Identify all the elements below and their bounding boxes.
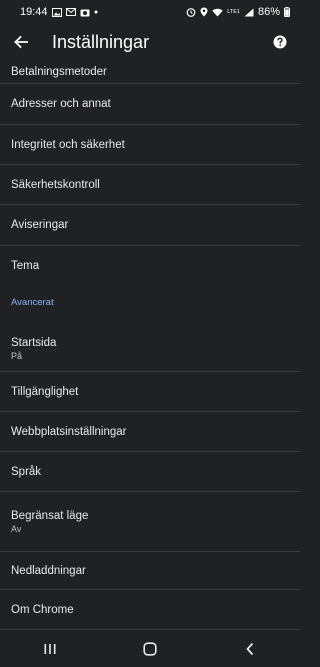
- setting-item-languages[interactable]: Språk: [0, 452, 300, 492]
- setting-item-payment-methods[interactable]: Betalningsmetoder: [0, 60, 300, 84]
- setting-item-label: Adresser och annat: [11, 98, 111, 110]
- setting-item-theme[interactable]: Tema: [0, 246, 300, 286]
- setting-item-accessibility[interactable]: Tillgänglighet: [0, 372, 300, 412]
- setting-item-value: På: [11, 350, 23, 361]
- page-title: Inställningar: [52, 32, 150, 52]
- setting-item-label: Integritet och säkerhet: [11, 138, 125, 151]
- gallery-notification-icon: [51, 7, 62, 17]
- recents-icon: [44, 644, 56, 654]
- setting-item-safety-check[interactable]: Säkerhetskontroll: [0, 165, 300, 205]
- setting-item-site-settings[interactable]: Webbplatsinställningar: [0, 412, 300, 452]
- settings-list: Betalningsmetoder Adresser och annat Int…: [0, 60, 300, 631]
- setting-item-label: Begränsat läge: [11, 509, 89, 522]
- setting-item-label: Tema: [11, 260, 40, 272]
- setting-item-label: Tillgänglighet: [11, 385, 79, 398]
- system-navigation-bar: [0, 631, 300, 667]
- setting-item-label: Nedladdningar: [11, 564, 86, 577]
- setting-item-restricted-mode[interactable]: Begränsat läge Av: [0, 492, 300, 552]
- setting-item-label: Webbplatsinställningar: [11, 425, 127, 438]
- photo-notification-icon: [80, 8, 90, 17]
- location-icon: [200, 7, 208, 17]
- setting-item-notifications[interactable]: Aviseringar: [0, 205, 300, 246]
- status-bar: 19:44 LTE1 86%: [0, 0, 300, 24]
- mail-notification-icon: [65, 8, 76, 16]
- more-notifications-dot-icon: [94, 10, 98, 14]
- arrow-back-icon: [14, 35, 28, 49]
- back-button[interactable]: [9, 30, 33, 54]
- setting-item-about-chrome[interactable]: Om Chrome: [0, 590, 300, 630]
- setting-item-label: Startsida: [11, 336, 57, 349]
- setting-item-privacy-security[interactable]: Integritet och säkerhet: [0, 125, 300, 165]
- setting-item-homepage[interactable]: Startsida På: [0, 326, 300, 372]
- nav-back-button[interactable]: [230, 631, 270, 667]
- alarm-icon: [186, 7, 196, 17]
- recents-button[interactable]: [30, 631, 70, 667]
- battery-icon: [284, 7, 290, 17]
- home-icon: [143, 642, 157, 656]
- battery-percent: 86%: [257, 6, 280, 18]
- signal-icon: [244, 8, 254, 17]
- app-bar: Inställningar: [0, 24, 300, 60]
- setting-item-label: Aviseringar: [11, 219, 69, 231]
- setting-item-downloads[interactable]: Nedladdningar: [0, 552, 300, 590]
- network-type-label: LTE1: [227, 9, 240, 15]
- status-time: 19:44: [20, 6, 48, 18]
- setting-item-addresses[interactable]: Adresser och annat: [0, 84, 300, 125]
- setting-item-value: Av: [11, 523, 22, 534]
- setting-item-label: Säkerhetskontroll: [11, 178, 100, 191]
- help-button[interactable]: [270, 32, 290, 52]
- nav-back-icon: [246, 642, 254, 656]
- setting-item-label: Betalningsmetoder: [11, 65, 107, 78]
- setting-item-label: Om Chrome: [11, 603, 74, 616]
- wifi-icon: [212, 8, 223, 17]
- setting-item-label: Språk: [11, 465, 42, 478]
- help-icon: [273, 35, 287, 49]
- section-header-advanced: Avancerat: [11, 297, 54, 308]
- home-button[interactable]: [130, 631, 170, 667]
